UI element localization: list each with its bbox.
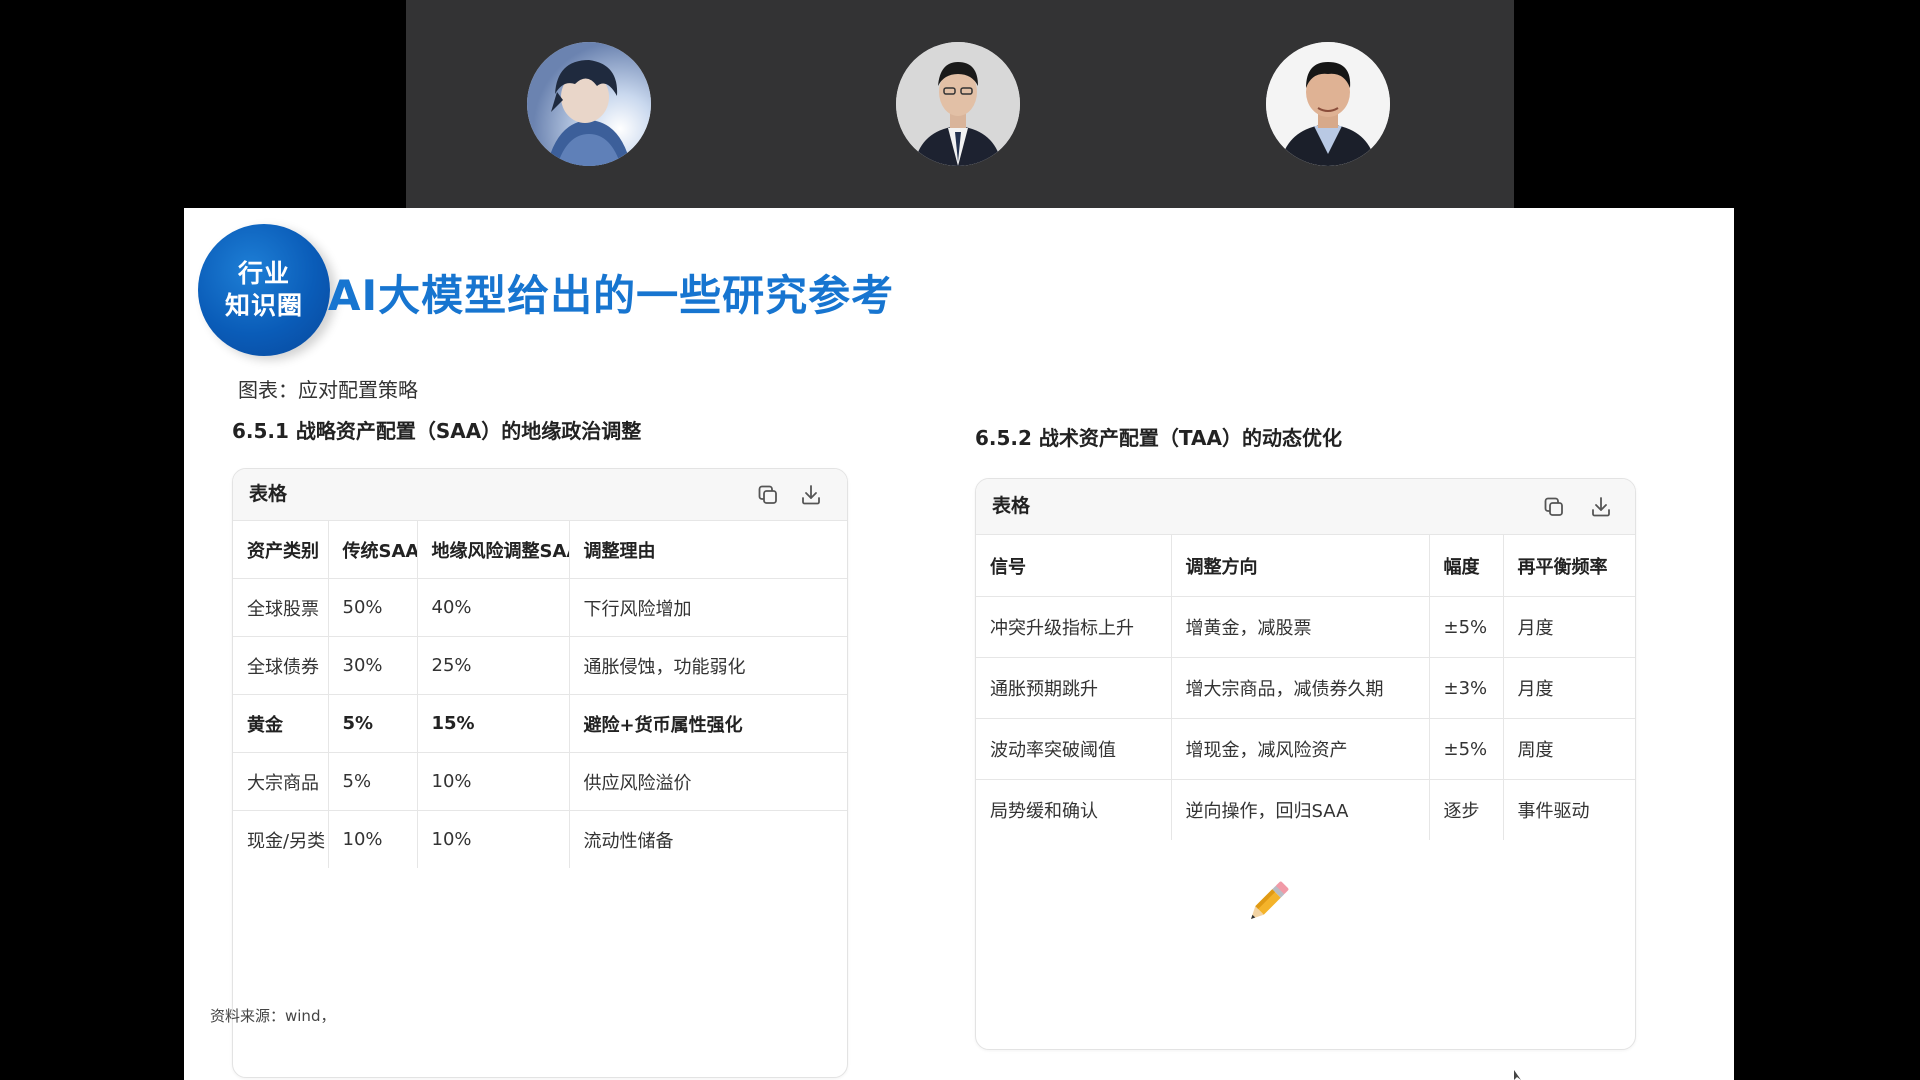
cursor-icon (1514, 1070, 1521, 1080)
column-header: 传统SAA (328, 521, 418, 579)
taa-table-card: 表格 信号 调整方向 幅度 再平衡频率 冲突升级指标上升 增黄金，减股票 ±5%… (975, 478, 1636, 1050)
table-row: 波动率突破阈值 增现金，减风险资产 ±5% 周度 (976, 718, 1635, 780)
column-header: 再平衡频率 (1503, 535, 1635, 597)
saa-table-card: 表格 资产类别 传统SAA 地缘风险调整SAA 调整理由 全球股票 50% 40… (232, 468, 848, 1078)
saa-table-header: 表格 (233, 469, 847, 521)
table-cell: 增黄金，减股票 (1171, 596, 1430, 658)
table-cell: 增现金，减风险资产 (1171, 718, 1430, 780)
column-header: 调整理由 (569, 521, 847, 579)
column-header: 地缘风险调整SAA (417, 521, 570, 579)
download-icon[interactable] (1589, 495, 1613, 519)
participant-avatar-2[interactable] (896, 42, 1020, 166)
table-cell: 25% (417, 636, 570, 695)
copy-icon[interactable] (1542, 495, 1566, 519)
participant-bar (406, 0, 1514, 208)
table-cell: 冲突升级指标上升 (976, 596, 1172, 658)
slide-title: AI大模型给出的一些研究参考 (328, 271, 895, 320)
copy-icon[interactable] (756, 483, 780, 507)
table-cell: 10% (328, 810, 418, 868)
table-cell: 事件驱动 (1517, 801, 1590, 822)
table-cell: 逐步 (1429, 779, 1504, 840)
column-header: 调整方向 (1171, 535, 1430, 597)
table-cell: ±3% (1429, 657, 1504, 719)
table-cell: 逆向操作，回归SAA (1171, 779, 1430, 840)
table-cell: ±5% (1429, 596, 1504, 658)
taa-table-title: 表格 (992, 495, 1031, 517)
table-cell: 流动性储备 (583, 830, 674, 852)
table-cell: 通胀预期跳升 (976, 657, 1172, 719)
saa-table-title: 表格 (249, 483, 288, 505)
table-cell: 全球股票 (233, 578, 329, 637)
table-cell: 50% (328, 578, 418, 637)
table-cell: 30% (328, 636, 418, 695)
table-cell: 40% (417, 578, 570, 637)
table-cell: 5% (328, 694, 418, 753)
table-row: 全球股票 50% 40% 下行风险增加 (233, 578, 847, 637)
table-cell: 通胀侵蚀，功能弱化 (569, 636, 847, 695)
taa-section-heading: 6.5.2 战术资产配置（TAA）的动态优化 (975, 426, 1342, 450)
table-cell: ±5% (1429, 718, 1504, 780)
table-cell: 15% (417, 694, 570, 753)
participant-avatar-3[interactable] (1266, 42, 1390, 166)
column-header: 信号 (976, 535, 1172, 597)
table-cell: 增大宗商品，减债券久期 (1171, 657, 1430, 719)
taa-table: 信号 调整方向 幅度 再平衡频率 冲突升级指标上升 增黄金，减股票 ±5% 月度… (976, 535, 1635, 840)
table-cell: 避险+货币属性强化 (569, 694, 847, 753)
table-header-row: 资产类别 传统SAA 地缘风险调整SAA 调整理由 (233, 521, 847, 579)
chart-caption: 图表：应对配置策略 (238, 378, 418, 402)
logo-text-line2: 知识圈 (224, 291, 303, 320)
table-row: 大宗商品 5% 10% 供应风险溢价 (233, 752, 847, 811)
presentation-slide: 行业 知识圈 AI大模型给出的一些研究参考 图表：应对配置策略 6.5.1 战略… (184, 208, 1734, 1080)
table-cell: 10% (417, 752, 570, 811)
table-row: 冲突升级指标上升 增黄金，减股票 ±5% 月度 (976, 596, 1635, 658)
table-cell: 供应风险溢价 (569, 752, 847, 811)
table-cell: 下行风险增加 (569, 578, 847, 637)
table-cell: 局势缓和确认 (976, 779, 1172, 840)
saa-section-heading: 6.5.1 战略资产配置（SAA）的地缘政治调整 (232, 419, 642, 443)
saa-table: 资产类别 传统SAA 地缘风险调整SAA 调整理由 全球股票 50% 40% 下… (233, 521, 847, 868)
table-cell: 月度 (1503, 596, 1635, 658)
pencil-icon[interactable] (1242, 876, 1294, 928)
participant-avatar-1[interactable] (527, 42, 651, 166)
table-row: 现金/另类 10% 10% 流动性储备 (233, 810, 847, 868)
table-row: 局势缓和确认 逆向操作，回归SAA 逐步 事件驱动 (976, 779, 1635, 840)
table-cell: 波动率突破阈值 (976, 718, 1172, 780)
column-header: 资产类别 (233, 521, 329, 579)
table-row: 黄金 5% 15% 避险+货币属性强化 (233, 694, 847, 753)
table-cell: 月度 (1503, 657, 1635, 719)
table-row: 通胀预期跳升 增大宗商品，减债券久期 ±3% 月度 (976, 657, 1635, 719)
table-cell: 10% (417, 810, 570, 868)
table-cell: 现金/另类 (233, 810, 329, 868)
logo-text-line1: 行业 (237, 259, 290, 288)
table-cell: 全球债券 (233, 636, 329, 695)
logo-badge: 行业 知识圈 (198, 224, 330, 356)
table-cell: 5% (328, 752, 418, 811)
taa-table-header: 表格 (976, 479, 1635, 535)
table-cell: 黄金 (233, 694, 329, 753)
table-header-row: 信号 调整方向 幅度 再平衡频率 (976, 535, 1635, 597)
table-row: 全球债券 30% 25% 通胀侵蚀，功能弱化 (233, 636, 847, 695)
table-cell: 大宗商品 (233, 752, 329, 811)
download-icon[interactable] (799, 483, 823, 507)
source-note: 资料来源：wind， (210, 1007, 336, 1025)
table-cell: 周度 (1503, 718, 1635, 780)
column-header: 幅度 (1429, 535, 1504, 597)
